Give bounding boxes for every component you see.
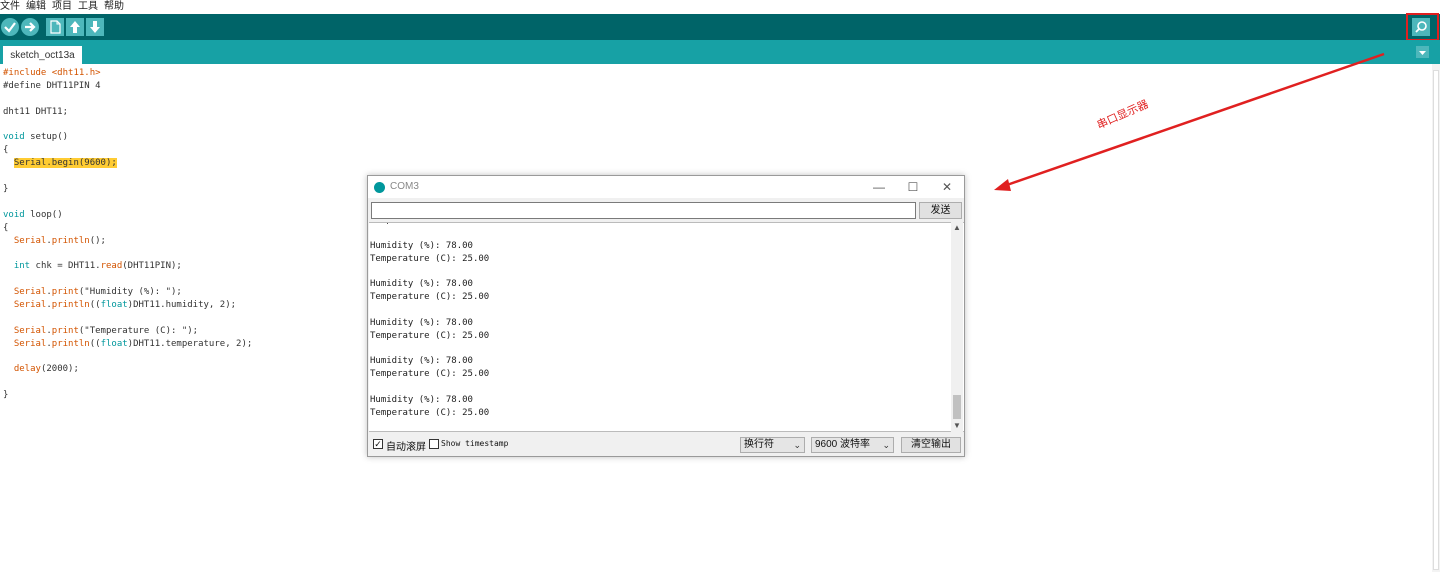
annotation-arrow	[994, 52, 1385, 191]
arduino-ide-screen: { "menu": ["文件", "编辑", "项目", "工具", "帮助"]…	[0, 0, 1440, 572]
